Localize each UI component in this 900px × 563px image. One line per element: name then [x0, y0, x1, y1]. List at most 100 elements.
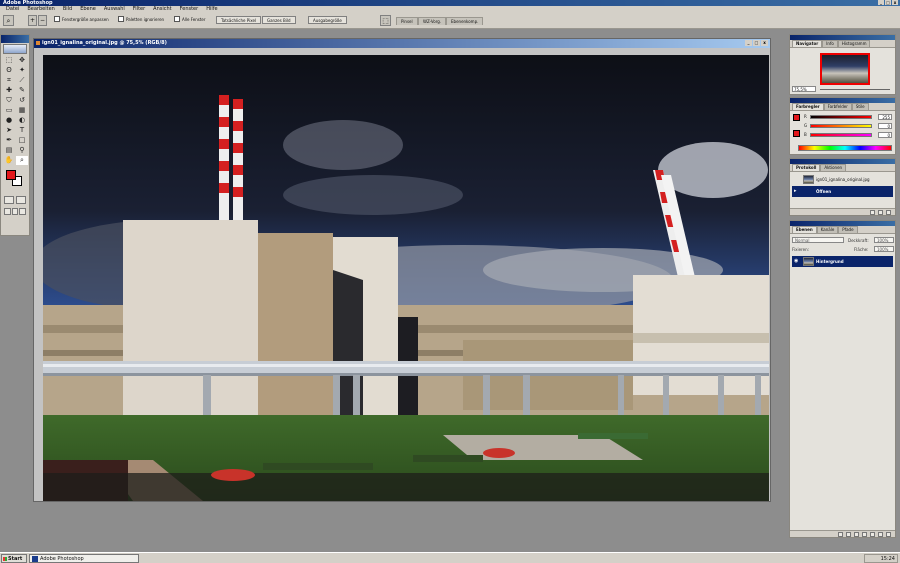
screen-mode-standard-icon[interactable] [4, 208, 11, 215]
crop-tool-icon[interactable]: ⌗ [3, 76, 15, 85]
ignore-palettes-checkbox[interactable]: Paletten ignorieren [118, 16, 164, 24]
start-button[interactable]: Start [1, 554, 27, 563]
tab-farbregler[interactable]: Farbregler [792, 103, 824, 110]
opacity-label: Deckkraft: [848, 238, 869, 243]
doc-minimize-button[interactable]: _ [745, 40, 752, 46]
type-tool-icon[interactable]: T [16, 126, 28, 135]
layer-row-background[interactable]: ◉ Hintergrund [792, 256, 893, 267]
tab-info[interactable]: Info [822, 40, 838, 47]
new-snapshot-icon[interactable] [878, 210, 883, 215]
tab-stile[interactable]: Stile [851, 103, 869, 110]
print-size-button[interactable]: Ausgabegröße [308, 16, 347, 24]
color-bg-swatch[interactable] [793, 130, 800, 137]
gradient-tool-icon[interactable]: ▦ [16, 106, 28, 115]
color-spectrum-ramp[interactable] [798, 145, 892, 151]
blur-tool-icon[interactable]: ● [3, 116, 15, 125]
tab-ebenenkomp[interactable]: Ebenenkomp. [446, 17, 484, 25]
fit-screen-button[interactable]: Ganzes Bild [262, 16, 296, 24]
fit-window-checkbox[interactable]: Fenstergröße anpassen [54, 16, 109, 24]
document-title-bar[interactable]: ign01_ignalina_original.jpg @ 75,5% (RGB… [34, 39, 770, 48]
hand-tool-icon[interactable]: ✋ [3, 156, 15, 165]
layer-style-icon[interactable] [846, 532, 851, 537]
minimize-button[interactable]: _ [878, 0, 884, 5]
adjustment-layer-icon[interactable] [870, 532, 875, 537]
tab-farbfelder[interactable]: Farbfelder [823, 103, 852, 110]
channel-b-value[interactable]: 0 [878, 132, 892, 138]
link-layers-icon[interactable] [838, 532, 843, 537]
opacity-field[interactable]: 100% [874, 237, 894, 243]
channel-r-value[interactable]: 255 [878, 114, 892, 120]
photoshop-feather-icon[interactable] [3, 44, 27, 54]
standard-mode-icon[interactable] [4, 196, 14, 204]
navigator-zoom-field[interactable]: 75,5% [792, 86, 816, 92]
foreground-color-swatch[interactable] [6, 170, 16, 180]
history-snapshot[interactable]: ign01_ignalina_original.jpg [792, 174, 893, 185]
navigator-palette: Navigator Info Histogramm 75,5% [789, 34, 896, 95]
tab-wz-vorg[interactable]: WZ-Vorg. [418, 17, 447, 25]
all-windows-checkbox[interactable]: Alle Fenster [174, 16, 206, 24]
tab-histogramm[interactable]: Histogramm [837, 40, 871, 47]
layers-body: Normal Deckkraft: 100% Fixieren: Fläche:… [790, 233, 895, 537]
color-fg-swatch[interactable] [793, 114, 800, 121]
history-state-open[interactable]: ▸ Öffnen [792, 186, 893, 197]
slice-tool-icon[interactable]: ⟋ [16, 76, 28, 85]
pen-tool-icon[interactable]: ✒ [3, 136, 15, 145]
move-tool-icon[interactable]: ✥ [16, 56, 28, 65]
close-button[interactable]: x [892, 0, 898, 5]
tab-pinsel[interactable]: Pinsel [396, 17, 418, 25]
trash-icon[interactable] [886, 210, 891, 215]
tab-pfade[interactable]: Pfade [838, 226, 858, 233]
path-select-icon[interactable]: ➤ [3, 126, 15, 135]
channel-g-value[interactable]: 0 [878, 123, 892, 129]
new-doc-from-state-icon[interactable] [870, 210, 875, 215]
tab-aktionen[interactable]: Aktionen [820, 164, 847, 171]
system-tray-clock: 15:24 [864, 554, 898, 563]
zoom-tool-icon[interactable]: ⌕ [16, 156, 28, 165]
dodge-tool-icon[interactable]: ◐ [16, 116, 28, 125]
marquee-tool-icon[interactable]: ⬚ [3, 56, 15, 65]
navigator-body: 75,5% [790, 47, 895, 94]
tab-navigator[interactable]: Navigator [792, 40, 823, 47]
new-layer-icon[interactable] [878, 532, 883, 537]
history-state-label: Öffnen [816, 189, 832, 194]
image-canvas[interactable] [43, 55, 769, 501]
layer-mask-icon[interactable] [854, 532, 859, 537]
channel-b-slider[interactable] [810, 133, 872, 137]
screen-mode-full-icon[interactable] [19, 208, 27, 215]
tab-kanaele[interactable]: Kanäle [816, 226, 839, 233]
doc-maximize-button[interactable]: □ [753, 40, 760, 46]
eyedropper-tool-icon[interactable]: ⚲ [16, 146, 28, 155]
channel-g-slider[interactable] [810, 124, 872, 128]
blend-mode-select[interactable]: Normal [792, 237, 844, 243]
brush-tool-icon[interactable]: ✎ [16, 86, 28, 95]
taskbar-photoshop-button[interactable]: Adobe Photoshop [29, 554, 139, 563]
notes-tool-icon[interactable]: ▤ [3, 146, 15, 155]
eraser-tool-icon[interactable]: ▭ [3, 106, 15, 115]
stamp-tool-icon[interactable]: ⛉ [3, 96, 15, 105]
shape-tool-icon[interactable]: □ [16, 136, 28, 145]
navigator-thumbnail[interactable] [820, 53, 870, 85]
channel-r-slider[interactable] [810, 115, 872, 119]
navigator-zoom-slider[interactable] [820, 89, 890, 90]
doc-close-button[interactable]: x [761, 40, 768, 46]
tab-ebenen[interactable]: Ebenen [792, 226, 817, 233]
fill-field[interactable]: 100% [874, 246, 894, 252]
magic-wand-tool-icon[interactable]: ✦ [16, 66, 28, 75]
zoom-out-icon[interactable]: − [38, 15, 47, 26]
zoom-tool-icon[interactable]: ⌕ [3, 15, 14, 26]
screen-mode-full-menu-icon[interactable] [11, 208, 19, 215]
lasso-tool-icon[interactable]: ʘ [3, 66, 15, 75]
zoom-in-icon[interactable]: + [28, 15, 37, 26]
history-brush-icon[interactable]: ↺ [16, 96, 28, 105]
actual-pixels-button[interactable]: Tatsächliche Pixel [216, 16, 262, 24]
tab-protokoll[interactable]: Protokoll [792, 164, 821, 171]
maximize-button[interactable]: □ [885, 0, 891, 5]
delete-layer-icon[interactable] [886, 532, 891, 537]
toolbox-title-bar [1, 35, 29, 43]
brush-palette-icon[interactable]: ⬚ [380, 15, 391, 26]
screen-mode-buttons [1, 206, 29, 217]
visibility-eye-icon[interactable]: ◉ [794, 259, 800, 264]
quickmask-mode-icon[interactable] [16, 196, 26, 204]
new-group-icon[interactable] [862, 532, 867, 537]
healing-brush-icon[interactable]: ✚ [3, 86, 15, 95]
